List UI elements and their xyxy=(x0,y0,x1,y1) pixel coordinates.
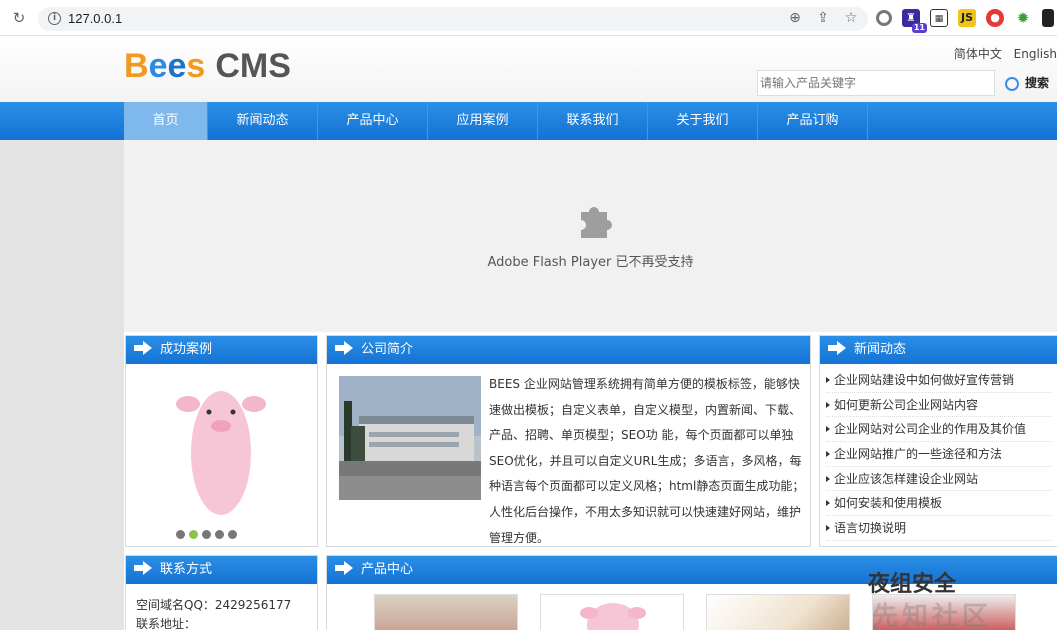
plugin-puzzle-icon xyxy=(581,207,612,238)
news-link[interactable]: 语言切换说明 xyxy=(826,516,1051,541)
bookmark-star-icon[interactable]: ☆ xyxy=(842,9,860,27)
watermark-text: 夜组安全 xyxy=(868,572,957,597)
carousel-dot[interactable] xyxy=(189,530,198,539)
arrow-right-icon xyxy=(335,561,353,575)
cases-panel: 成功案例 xyxy=(125,335,318,547)
contact-qq: 空间域名QQ：2429256177 xyxy=(136,598,292,612)
site-info-icon[interactable]: i xyxy=(48,12,61,25)
puzzle-extension-icon[interactable] xyxy=(1042,9,1054,27)
contact-header: 联系方式 xyxy=(126,556,317,584)
main-nav: 首页 新闻动态 产品中心 应用案例 联系我们 关于我们 产品订购 xyxy=(0,102,1057,140)
about-text: BEES 企业网站管理系统拥有简单方便的模板标签，能够快速做出模板；自定义表单，… xyxy=(489,377,805,545)
contact-address: 联系地址： xyxy=(136,617,197,630)
left-gutter xyxy=(0,140,124,630)
contact-panel: 联系方式 空间域名QQ：2429256177 联系地址： xyxy=(125,555,318,630)
search-input[interactable] xyxy=(757,70,995,96)
carousel-dots xyxy=(176,530,237,539)
js-extension-icon[interactable]: JS xyxy=(958,9,976,27)
pink-pillow-image xyxy=(580,603,646,630)
browser-toolbar: ↻ i 127.0.0.1 ⊕ ⇪ ☆ ♜ ▦ JS ● ✹ xyxy=(0,0,1057,36)
carousel-dot[interactable] xyxy=(215,530,224,539)
arrow-right-icon xyxy=(828,341,846,355)
gear-extension-icon[interactable]: ✹ xyxy=(1014,9,1032,27)
nav-item-products[interactable]: 产品中心 xyxy=(318,102,428,140)
news-header: 新闻动态 xyxy=(820,336,1057,364)
reload-icon[interactable]: ↻ xyxy=(10,9,28,27)
search-button[interactable]: 搜索 xyxy=(1001,70,1057,96)
nav-item-news[interactable]: 新闻动态 xyxy=(208,102,318,140)
url-text[interactable]: 127.0.0.1 xyxy=(68,11,122,26)
qr-extension-icon[interactable]: ▦ xyxy=(930,9,948,27)
product-thumbnail[interactable] xyxy=(540,594,684,630)
cases-header: 成功案例 xyxy=(126,336,317,364)
language-switcher: 简体中文 English xyxy=(946,45,1057,62)
carousel-dot[interactable] xyxy=(176,530,185,539)
flash-unsupported-message: Adobe Flash Player 已不再受支持 xyxy=(487,255,694,270)
purple-extension-icon[interactable]: ♜ xyxy=(902,9,927,33)
flash-banner[interactable]: Adobe Flash Player 已不再受支持 xyxy=(124,140,1057,332)
contact-info: 空间域名QQ：2429256177 联系地址： xyxy=(126,584,317,630)
news-list: 企业网站建设中如何做好宣传营销 如何更新公司企业网站内容 企业网站对公司企业的作… xyxy=(820,364,1057,541)
watermark-subtext: 先知社区 xyxy=(872,602,993,630)
news-link[interactable]: 企业网站推广的一些途径和方法 xyxy=(826,442,1051,467)
nav-item-order[interactable]: 产品订购 xyxy=(758,102,868,140)
factory-photo[interactable] xyxy=(339,376,481,500)
carousel-dot[interactable] xyxy=(202,530,211,539)
lang-zh-link[interactable]: 简体中文 xyxy=(954,47,1002,61)
arrow-right-icon xyxy=(134,341,152,355)
product-pillow-image[interactable] xyxy=(176,368,266,518)
news-link[interactable]: 企业应该怎样建设企业网站 xyxy=(826,467,1051,492)
news-panel: 新闻动态 企业网站建设中如何做好宣传营销 如何更新公司企业网站内容 企业网站对公… xyxy=(819,335,1057,547)
arrow-right-icon xyxy=(134,561,152,575)
arrow-right-icon xyxy=(335,341,353,355)
product-thumbnail[interactable] xyxy=(706,594,850,630)
news-link[interactable]: 企业网站对公司企业的作用及其价值 xyxy=(826,417,1051,443)
lang-en-link[interactable]: English xyxy=(1014,47,1057,61)
red-extension-icon[interactable]: ● xyxy=(986,9,1004,27)
nav-item-cases[interactable]: 应用案例 xyxy=(428,102,538,140)
nav-item-contact[interactable]: 联系我们 xyxy=(538,102,648,140)
site-logo[interactable]: Bees CMS xyxy=(124,47,291,86)
carousel-dot[interactable] xyxy=(228,530,237,539)
about-panel: 公司简介 BEES 企业网站管理系统拥有简单方便的模板标签，能够快速做出模板；自… xyxy=(326,335,811,547)
news-link[interactable]: 企业网站建设中如何做好宣传营销 xyxy=(826,368,1051,393)
search-icon xyxy=(1005,76,1019,91)
product-thumbnail[interactable] xyxy=(374,594,518,630)
share-icon[interactable]: ⇪ xyxy=(814,9,832,27)
news-link[interactable]: 如何安装和使用模板 xyxy=(826,491,1051,517)
nav-item-home[interactable]: 首页 xyxy=(124,102,208,140)
nav-item-about[interactable]: 关于我们 xyxy=(648,102,758,140)
zoom-icon[interactable]: ⊕ xyxy=(786,9,804,27)
circle-extension-icon[interactable] xyxy=(876,10,892,26)
news-link[interactable]: 如何更新公司企业网站内容 xyxy=(826,393,1051,418)
about-header: 公司简介 xyxy=(327,336,810,364)
address-bar[interactable]: i 127.0.0.1 ⊕ ⇪ ☆ xyxy=(38,7,868,31)
